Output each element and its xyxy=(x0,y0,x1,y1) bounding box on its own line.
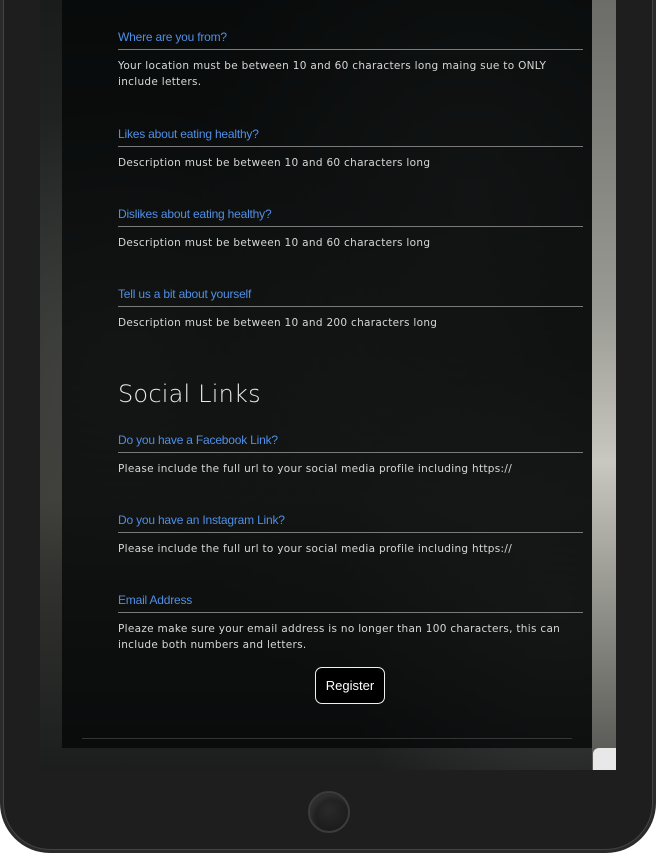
instagram-help: Please include the full url to your soci… xyxy=(118,543,513,555)
email-label: Email Address xyxy=(118,593,193,607)
form-panel: Where are you from? Your location must b… xyxy=(62,0,592,748)
email-input[interactable] xyxy=(118,612,583,613)
about-help: Description must be between 10 and 200 c… xyxy=(118,317,438,329)
about-input[interactable] xyxy=(118,306,583,307)
likes-field[interactable]: Likes about eating healthy? Description … xyxy=(118,127,583,171)
facebook-help: Please include the full url to your soci… xyxy=(118,463,513,475)
facebook-input[interactable] xyxy=(118,452,583,453)
likes-input[interactable] xyxy=(118,146,583,147)
location-help: Your location must be between 10 and 60 … xyxy=(118,60,547,88)
social-links-heading: Social Links xyxy=(118,380,261,408)
about-field[interactable]: Tell us a bit about yourself Description… xyxy=(118,287,583,331)
register-button[interactable]: Register xyxy=(315,667,385,704)
background-photo xyxy=(592,0,616,770)
location-label: Where are you from? xyxy=(118,30,227,44)
dislikes-input[interactable] xyxy=(118,226,583,227)
instagram-field[interactable]: Do you have an Instagram Link? Please in… xyxy=(118,513,583,557)
dislikes-field[interactable]: Dislikes about eating healthy? Descripti… xyxy=(118,207,583,251)
page-corner xyxy=(593,748,616,770)
location-field[interactable]: Where are you from? Your location must b… xyxy=(118,30,583,90)
screen: Where are you from? Your location must b… xyxy=(40,0,616,770)
instagram-input[interactable] xyxy=(118,532,583,533)
facebook-label: Do you have a Facebook Link? xyxy=(118,433,278,447)
facebook-field[interactable]: Do you have a Facebook Link? Please incl… xyxy=(118,433,583,477)
about-label: Tell us a bit about yourself xyxy=(118,287,252,301)
dislikes-help: Description must be between 10 and 60 ch… xyxy=(118,237,431,249)
home-button-icon[interactable] xyxy=(308,791,350,833)
divider xyxy=(82,738,572,739)
likes-help: Description must be between 10 and 60 ch… xyxy=(118,157,431,169)
dislikes-label: Dislikes about eating healthy? xyxy=(118,207,272,221)
email-field[interactable]: Email Address Pleaze make sure your emai… xyxy=(118,593,583,653)
location-input[interactable] xyxy=(118,49,583,50)
instagram-label: Do you have an Instagram Link? xyxy=(118,513,285,527)
email-help: Pleaze make sure your email address is n… xyxy=(118,623,561,651)
tablet-device-frame: Where are you from? Your location must b… xyxy=(0,0,656,853)
likes-label: Likes about eating healthy? xyxy=(118,127,259,141)
